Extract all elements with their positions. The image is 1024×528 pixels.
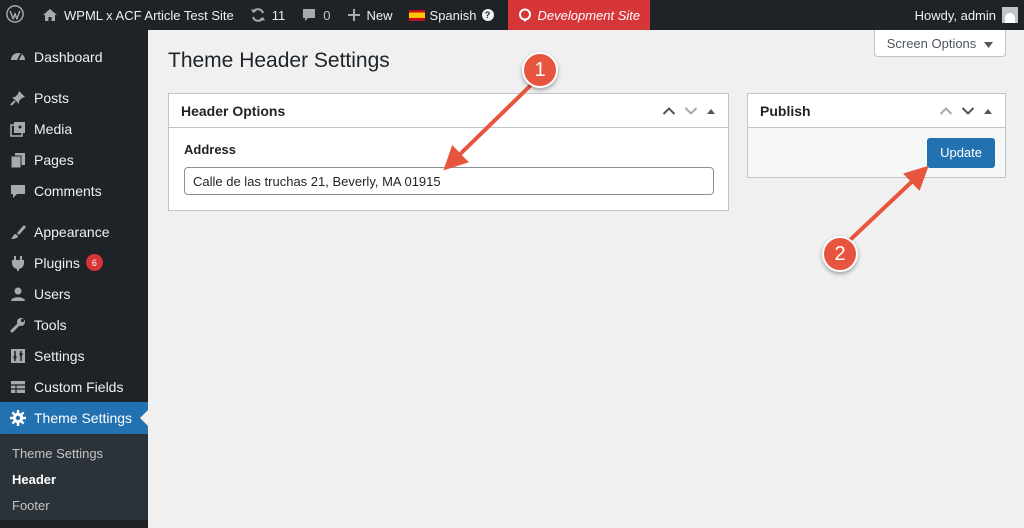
page-title: Theme Header Settings — [168, 49, 390, 72]
brush-icon — [8, 222, 28, 242]
publish-title: Publish — [760, 102, 811, 119]
update-button[interactable]: Update — [927, 137, 995, 168]
sidebar-item-label: Media — [34, 120, 73, 137]
admin-bar: WPML x ACF Article Test Site 11 0 New Sp… — [0, 0, 1024, 30]
gear-icon — [8, 408, 28, 428]
updates-icon — [250, 7, 266, 23]
annotation-step-1: 1 — [522, 52, 558, 88]
header-options-body: Address — [169, 128, 728, 209]
screen-options-button[interactable]: Screen Options — [874, 30, 1006, 57]
sidebar-item-appearance[interactable]: Appearance — [0, 216, 148, 247]
chevron-down-icon[interactable] — [684, 106, 698, 116]
language-label: Spanish — [429, 7, 477, 23]
sidebar-item-label: Theme Settings — [34, 410, 133, 426]
sidebar-item-label: Settings — [34, 347, 85, 364]
sidebar-item-label: Plugins — [34, 254, 80, 271]
comment-bubble-icon — [301, 7, 317, 23]
help-icon: ? — [481, 9, 494, 21]
my-account-link[interactable]: Howdy, admin — [907, 0, 1024, 30]
chevron-down-icon[interactable] — [961, 106, 975, 116]
address-input[interactable] — [184, 167, 714, 195]
wordpress-logo-button[interactable] — [0, 0, 34, 30]
settings-sliders-icon — [8, 346, 28, 366]
annotation-arrow-2 — [848, 165, 929, 242]
sidebar-item-users[interactable]: Users — [0, 278, 148, 309]
sidebar-item-label: Custom Fields — [34, 378, 124, 395]
comments-count: 0 — [323, 7, 331, 23]
language-switcher[interactable]: Spanish ? — [401, 0, 502, 30]
development-site-link[interactable]: Development Site — [507, 0, 651, 30]
wrench-icon — [8, 315, 28, 335]
submenu-item-theme-settings[interactable]: Theme Settings — [0, 440, 148, 466]
sidebar-item-pages[interactable]: Pages — [0, 144, 148, 175]
publish-box: Publish Update — [747, 93, 1006, 178]
new-content-link[interactable]: New — [339, 0, 401, 30]
publish-body: Update — [748, 128, 1005, 177]
collapse-toggle-icon[interactable] — [706, 107, 716, 115]
comments-icon — [8, 181, 28, 201]
collapse-toggle-icon[interactable] — [983, 107, 993, 115]
new-label: New — [366, 7, 393, 23]
howdy-label: Howdy, admin — [914, 7, 996, 23]
submenu-item-header[interactable]: Header — [0, 466, 148, 492]
sidebar-item-label: Posts — [34, 89, 70, 106]
plugins-update-badge: 6 — [85, 254, 103, 271]
sidebar-item-dashboard[interactable]: Dashboard — [0, 41, 148, 72]
annotation-step-2: 2 — [822, 236, 858, 272]
pin-icon — [8, 88, 28, 108]
site-name: WPML x ACF Article Test Site — [64, 7, 234, 23]
sidebar-item-custom-fields[interactable]: Custom Fields — [0, 371, 148, 402]
updates-count: 11 — [271, 7, 286, 23]
publish-header: Publish — [748, 94, 1005, 128]
development-site-icon — [518, 8, 532, 22]
chevron-up-icon[interactable] — [662, 106, 676, 116]
admin-sidebar: Dashboard Posts Media Pages Comments App… — [0, 30, 148, 528]
sidebar-item-label: Appearance — [34, 223, 110, 240]
header-options-title: Header Options — [181, 102, 286, 119]
sidebar-item-label: Users — [34, 285, 71, 302]
site-name-link[interactable]: WPML x ACF Article Test Site — [34, 0, 242, 30]
plugin-icon — [8, 253, 28, 273]
users-icon — [8, 284, 28, 304]
wordpress-logo-icon — [6, 4, 24, 26]
spain-flag-icon — [408, 9, 425, 21]
header-options-header: Header Options — [169, 94, 728, 128]
address-label: Address — [184, 142, 237, 157]
sidebar-item-label: Comments — [34, 182, 102, 199]
development-site-label: Development Site — [537, 7, 641, 23]
home-icon — [42, 8, 58, 22]
header-options-box: Header Options Address — [168, 93, 729, 211]
sidebar-item-plugins[interactable]: Plugins 6 — [0, 247, 148, 278]
sidebar-item-label: Tools — [34, 316, 67, 333]
sidebar-item-theme-settings[interactable]: Theme Settings — [0, 402, 148, 434]
chevron-up-icon[interactable] — [939, 106, 953, 116]
pages-icon — [8, 150, 28, 170]
screen-options-label: Screen Options — [886, 35, 977, 51]
dashboard-icon — [8, 47, 28, 67]
caret-down-icon — [984, 36, 994, 51]
sidebar-item-comments[interactable]: Comments — [0, 175, 148, 206]
sidebar-item-label: Dashboard — [34, 48, 103, 65]
media-icon — [8, 119, 28, 139]
sidebar-item-media[interactable]: Media — [0, 113, 148, 144]
box-handle-actions — [662, 106, 716, 116]
table-icon — [8, 377, 28, 397]
sidebar-item-settings[interactable]: Settings — [0, 340, 148, 371]
sidebar-item-posts[interactable]: Posts — [0, 82, 148, 113]
theme-settings-submenu: Theme Settings Header Footer — [0, 434, 148, 520]
plus-icon — [347, 8, 361, 22]
comments-link[interactable]: 0 — [293, 0, 338, 30]
sidebar-item-label: Pages — [34, 151, 74, 168]
submenu-item-footer[interactable]: Footer — [0, 492, 148, 518]
annotation-overlay — [443, 84, 929, 242]
sidebar-item-tools[interactable]: Tools — [0, 309, 148, 340]
box-handle-actions — [939, 106, 993, 116]
updates-link[interactable]: 11 — [242, 0, 294, 30]
avatar — [1002, 7, 1018, 23]
